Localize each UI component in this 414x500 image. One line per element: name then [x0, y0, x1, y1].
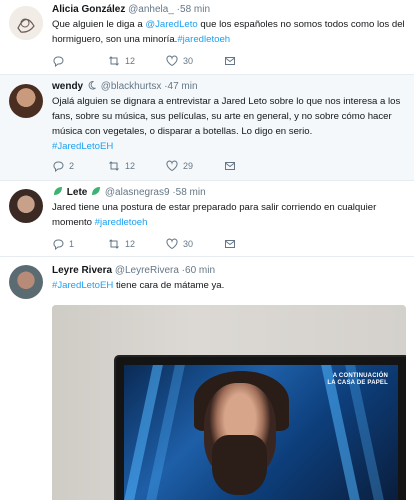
- retweet-button[interactable]: 12: [108, 159, 135, 173]
- tweet-body: Leyre Rivera @LeyreRivera ·60 min #Jared…: [52, 264, 406, 293]
- like-count: 30: [183, 56, 194, 66]
- reply-icon: [53, 56, 64, 67]
- hashtag-link[interactable]: #jaredletoeh: [95, 217, 148, 228]
- tweet-header: Leyre Rivera @LeyreRivera ·60 min: [52, 264, 406, 278]
- tweet-header: Alicia González @anhela_ ·58 min: [52, 3, 406, 17]
- reply-icon: [53, 239, 64, 250]
- direct-message-button[interactable]: [224, 237, 236, 251]
- leaf-icon: [92, 187, 101, 195]
- tweet[interactable]: Alicia González @anhela_ ·58 min Que alg…: [0, 0, 414, 75]
- retweet-button[interactable]: 12: [108, 54, 135, 68]
- reply-button[interactable]: 2: [52, 159, 74, 173]
- message-icon: [225, 57, 235, 65]
- like-icon: [166, 160, 178, 172]
- direct-message-button[interactable]: [224, 159, 236, 173]
- reply-count: 1: [69, 239, 75, 249]
- tweet-time[interactable]: ·60 min: [182, 265, 215, 276]
- author-handle[interactable]: @LeyreRivera: [115, 265, 179, 276]
- author-name[interactable]: Leyre Rivera: [52, 265, 112, 276]
- tweet-text-part: Ojalá alguien se dignara a entrevistar a…: [52, 96, 401, 137]
- tweet-header: Lete @alasnegras9 ·58 min: [52, 186, 406, 200]
- tweet-text-part: tiene cara de mátame ya.: [113, 280, 225, 291]
- like-button[interactable]: 30: [166, 54, 193, 68]
- retweet-count: 12: [125, 161, 136, 171]
- message-icon: [225, 162, 235, 170]
- tweet-text: Que alguien le diga a @JaredLeto que los…: [52, 17, 406, 47]
- tweet-text: #JaredLetoEH tiene cara de mátame ya.: [52, 278, 406, 293]
- like-count: 30: [183, 239, 194, 249]
- retweet-icon: [109, 161, 119, 171]
- reply-icon: [53, 161, 64, 172]
- author-name[interactable]: wendy: [52, 81, 83, 92]
- author-handle[interactable]: @alasnegras9: [105, 187, 170, 198]
- message-icon: [225, 240, 235, 248]
- tweet-time[interactable]: ·58 min: [172, 187, 205, 198]
- hashtag-link[interactable]: #jaredletoeh: [177, 34, 230, 45]
- tweet-header: wendy @blackhurtsx ·47 min: [52, 80, 406, 94]
- author-handle[interactable]: @anhela_: [128, 4, 174, 15]
- retweet-count: 12: [125, 239, 136, 249]
- tweet[interactable]: Leyre Rivera @LeyreRivera ·60 min #Jared…: [0, 257, 414, 500]
- tv-overlay-line: LA CASA DE PAPEL: [327, 380, 388, 386]
- direct-message-button[interactable]: [224, 54, 236, 68]
- like-icon: [166, 238, 178, 250]
- tv-overlay-label: A CONTINUACIÓN LA CASA DE PAPEL: [327, 373, 388, 387]
- reply-button[interactable]: [52, 54, 64, 68]
- retweet-count: 12: [125, 56, 136, 66]
- tv-screen: A CONTINUACIÓN LA CASA DE PAPEL: [124, 365, 398, 500]
- moon-icon: [88, 81, 96, 90]
- avatar[interactable]: [9, 265, 43, 299]
- hashtag-link[interactable]: #JaredLetoEH: [52, 141, 113, 152]
- person-beard: [212, 435, 267, 495]
- retweet-icon: [109, 239, 119, 249]
- avatar[interactable]: [9, 84, 43, 118]
- tv-overlay-line: A CONTINUACIÓN: [332, 373, 388, 379]
- hashtag-link[interactable]: #JaredLetoEH: [52, 280, 113, 291]
- tweet-body: Lete @alasnegras9 ·58 min Jared tiene un…: [52, 186, 406, 230]
- like-icon: [166, 55, 178, 67]
- mention-link[interactable]: @JaredLeto: [145, 19, 197, 30]
- tweet-text: Jared tiene una postura de estar prepara…: [52, 200, 406, 230]
- tweet-text: Ojalá alguien se dignara a entrevistar a…: [52, 94, 406, 154]
- tweet-body: wendy @blackhurtsx ·47 min Ojalá alguien…: [52, 80, 406, 154]
- author-name[interactable]: Lete: [67, 187, 88, 198]
- tweet-body: Alicia González @anhela_ ·58 min Que alg…: [52, 3, 406, 47]
- leaf-icon: [54, 187, 62, 195]
- like-button[interactable]: 29: [166, 159, 193, 173]
- tweet[interactable]: wendy @blackhurtsx ·47 min Ojalá alguien…: [0, 75, 414, 181]
- tweet[interactable]: Lete @alasnegras9 ·58 min Jared tiene un…: [0, 181, 414, 257]
- television: A CONTINUACIÓN LA CASA DE PAPEL: [116, 357, 406, 500]
- author-handle[interactable]: @blackhurtsx: [101, 81, 162, 92]
- author-name[interactable]: Alicia González: [52, 4, 125, 15]
- avatar[interactable]: [9, 189, 43, 223]
- avatar[interactable]: [9, 6, 43, 40]
- reply-button[interactable]: 1: [52, 237, 74, 251]
- tweet-time[interactable]: ·58 min: [177, 4, 210, 15]
- tweet-feed: Alicia González @anhela_ ·58 min Que alg…: [0, 0, 414, 500]
- reply-count: 2: [69, 161, 75, 171]
- like-button[interactable]: 30: [166, 237, 193, 251]
- retweet-button[interactable]: 12: [108, 237, 135, 251]
- tweet-text-part: Que alguien le diga a: [52, 19, 146, 30]
- retweet-icon: [109, 56, 119, 66]
- tweet-time[interactable]: ·47 min: [164, 81, 197, 92]
- tweet-photo[interactable]: A CONTINUACIÓN LA CASA DE PAPEL: [52, 305, 406, 500]
- like-count: 29: [183, 161, 194, 171]
